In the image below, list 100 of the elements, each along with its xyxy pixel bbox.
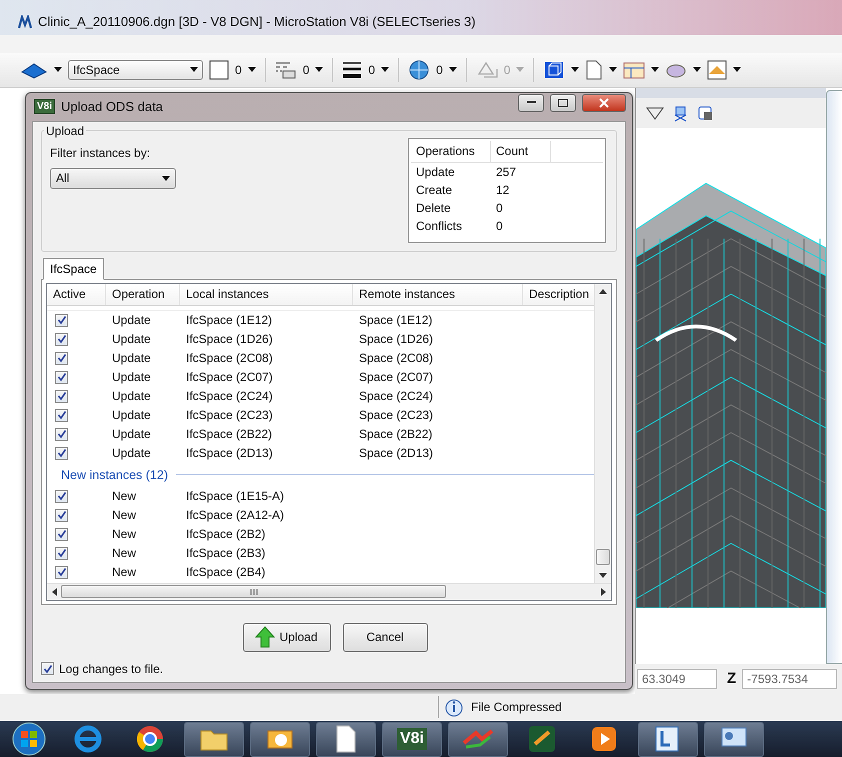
up-arrow-icon [255,626,276,648]
active-checkbox[interactable] [55,446,68,460]
status-message: File Compressed [471,700,562,714]
active-checkbox[interactable] [55,428,68,441]
attribute-value: 0 [235,62,242,77]
active-checkbox[interactable] [55,408,68,422]
local-instance-cell-text: IfcSpace (1D26) [185,332,274,346]
grip-icon [250,588,258,595]
window-title: Clinic_A_20110906.dgn [3D - V8 DGN] - MicroStation V8i (SELECTseries 3) [38,14,476,30]
operation-cell-text: Update [111,351,152,366]
active-checkbox[interactable] [55,508,68,522]
caret-icon [571,67,580,72]
active-checkbox[interactable] [55,332,68,346]
operation-cell-text: New [111,508,138,522]
remote-instance-cell-text: Space (2C07) [358,370,434,384]
caret-icon [448,67,457,72]
column-header[interactable]: Active [47,284,106,305]
count-cell-text: 12 [495,182,510,197]
caret-icon [54,67,62,72]
document-icon[interactable] [585,60,604,80]
remote-instance-cell-text: Space (1E12) [358,313,434,328]
color-square-icon[interactable] [209,60,229,80]
landscape-icon[interactable] [707,60,728,80]
caret-icon [162,176,170,181]
coordinate-label: Z [727,670,736,688]
filter-label: Filter instances by: [50,146,152,160]
count-cell-text: 257 [495,164,518,179]
caret-icon [693,67,702,72]
active-checkbox[interactable] [55,314,68,327]
column-header[interactable]: Remote instances [353,284,523,305]
coordinate-field[interactable]: -7593.7534 [742,668,838,689]
info-icon[interactable] [445,697,465,718]
operation-cell-text: Update [111,332,152,346]
operation-cell-text: Update [111,313,152,328]
scroll-right-icon[interactable] [601,588,607,596]
group-label: Upload [45,124,86,138]
remote-instance-cell-text: Space (1D26) [358,332,434,346]
minimize-icon [526,101,536,104]
active-checkbox[interactable] [55,546,68,560]
maximize-icon [558,98,568,107]
local-instance-cell-text: IfcSpace (2C24) [185,389,274,404]
operation-cell-text: Delete [415,200,452,215]
column-header[interactable]: Operation [106,284,180,305]
local-instance-cell-text: IfcSpace (2C08) [185,351,274,366]
scroll-thumb[interactable] [596,548,610,565]
globe-icon[interactable] [408,58,430,81]
coordinate-field[interactable]: 63.3049 [637,668,717,689]
upload-button[interactable]: Upload [242,622,330,652]
cancel-button[interactable]: Cancel [342,622,428,652]
play-icon[interactable] [590,725,618,753]
active-checkbox[interactable] [55,370,68,384]
start-button-icon[interactable] [11,722,47,756]
level-combo[interactable]: IfcSpace [68,60,203,80]
line-weight-icon[interactable] [342,60,362,80]
arrows-icon[interactable] [462,727,494,751]
scroll-left-icon[interactable] [51,588,57,596]
remote-instance-cell-text: Space (2C08) [358,351,434,366]
dialog-app-icon: V8i [34,99,56,114]
active-checkbox[interactable] [55,390,68,403]
browser-e-icon[interactable] [73,724,103,754]
blank-page-icon[interactable] [335,725,357,753]
scroll-up-icon[interactable] [599,288,607,296]
cube-icon[interactable] [543,60,566,80]
close-button[interactable] [582,94,626,112]
group-heading: New instances (12) [61,468,168,482]
caret-icon [315,67,324,72]
local-instance-cell-text: IfcSpace (2D13) [185,446,274,460]
local-instance-cell-text: IfcSpace (2C23) [185,408,274,422]
caret-icon [733,67,742,72]
active-checkbox[interactable] [55,566,68,579]
operation-cell-text: New [111,527,138,542]
active-checkbox[interactable] [55,490,68,503]
attribute-value: 0 [368,62,376,77]
column-header[interactable]: Local instances [180,284,353,305]
scroll-down-icon[interactable] [599,570,607,579]
local-instance-cell-text: IfcSpace (2C07) [185,370,274,384]
maximize-button[interactable] [550,94,576,112]
operation-cell-text: Conflicts [415,218,464,233]
filter-dropdown[interactable]: All [50,168,176,189]
active-checkbox[interactable] [55,528,68,541]
line-style-icon[interactable] [274,60,297,80]
tab[interactable]: IfcSpace [43,258,104,280]
count-cell-text: 0 [495,200,504,215]
app-logo-icon[interactable]: V8i [396,728,427,750]
app-logo-icon [18,14,32,29]
cube-icon[interactable] [698,106,714,122]
operation-cell-text: Update [111,427,152,442]
funnel-icon[interactable] [646,106,664,122]
local-instance-cell-text: IfcSpace (2A12-A) [185,508,286,522]
log-label: Log changes to file. [59,662,164,676]
horizontal-scrollbar[interactable] [47,582,611,600]
vertical-scrollbar[interactable] [594,284,611,583]
caret-icon [609,67,618,72]
minimize-button[interactable] [518,94,544,112]
log-checkbox[interactable] [41,662,54,676]
local-instance-cell-text: IfcSpace (2B2) [185,527,266,542]
scroll-thumb[interactable] [61,585,446,598]
active-checkbox[interactable] [55,352,68,365]
round-browser-icon[interactable] [135,724,165,754]
table-icon[interactable] [623,60,646,80]
